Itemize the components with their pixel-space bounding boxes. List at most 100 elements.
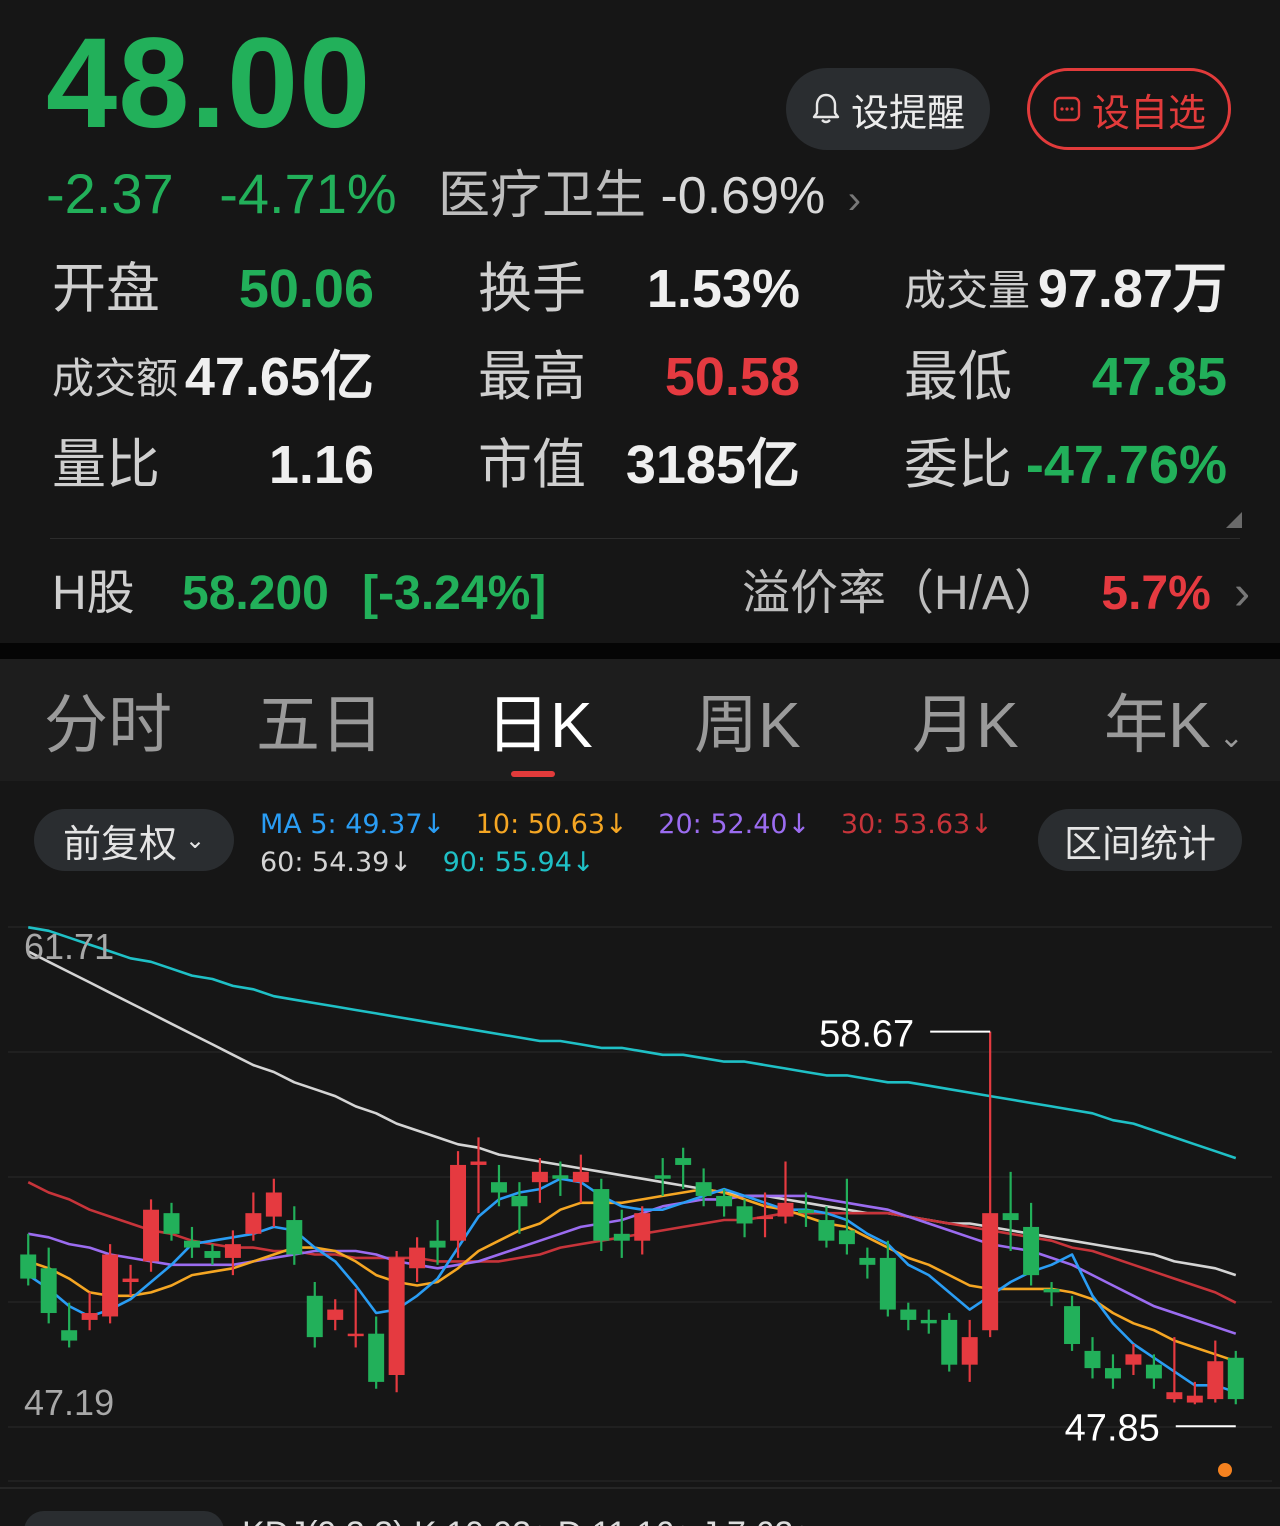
indicator-strip: KDJ(9,3,3) K:10.93↓ D:11.16↓ J:7.62↓: [0, 1487, 1280, 1526]
stat-turnover: 换手 1.53%: [478, 259, 800, 319]
chevron-right-icon: ›: [1234, 567, 1251, 620]
candle-body: [613, 1233, 630, 1241]
candle-body: [675, 1158, 692, 1165]
candle-body: [531, 1171, 548, 1183]
min-price-label: 47.85: [1065, 1407, 1160, 1449]
candle-body: [224, 1244, 241, 1258]
adjust-label: 前复权: [62, 823, 177, 866]
candle-body: [1166, 1392, 1183, 1400]
set-alert-label: 设提醒: [850, 92, 965, 135]
ma60-value: 60: 54.39↓: [260, 847, 412, 878]
candle-body: [593, 1189, 610, 1241]
stat-open: 开盘 50.06: [52, 259, 374, 319]
candle-body: [245, 1213, 262, 1234]
candle-body: [1043, 1288, 1060, 1293]
candle-body: [183, 1240, 200, 1248]
ma60-line: [27, 950, 1237, 1277]
indicator-selector[interactable]: [24, 1511, 224, 1526]
candle-body: [20, 1254, 37, 1279]
quote-panel: 48.00 -2.37 -4.71% 医疗卫生 -0.69% › 设提醒 设自选…: [0, 0, 1280, 643]
add-favorite-button[interactable]: 设自选: [1027, 68, 1231, 150]
candle-body: [941, 1319, 958, 1365]
candle-body: [1227, 1357, 1244, 1400]
stat-low: 最低 47.85: [904, 347, 1227, 407]
ma90-value: 90: 55.94↓: [442, 847, 595, 878]
ma5-line: [27, 1177, 1237, 1394]
candle-body: [490, 1182, 507, 1193]
candle-body: [450, 1164, 467, 1241]
watchlist-icon: [1053, 96, 1081, 122]
candle-body: [961, 1337, 978, 1365]
candle-body: [695, 1182, 712, 1196]
tab-daily-k[interactable]: 日K: [486, 693, 593, 757]
max-price-label: 58.67: [819, 1014, 914, 1056]
kline-panel: 58.67 47.85 61.71 47.19 前复权 ⌄ MA 5: 49.37↓ …: [0, 781, 1280, 1526]
ma-legend-row-1: MA 5: 49.37↓ 10: 50.63↓ 20: 52.40↓ 30: 5…: [260, 811, 993, 838]
h-share-label: H股: [52, 567, 135, 620]
ma5-value: MA 5: 49.37↓: [260, 809, 446, 840]
candle-body: [920, 1319, 937, 1324]
candle-body: [122, 1278, 139, 1283]
add-favorite-label: 设自选: [1091, 92, 1206, 135]
premium-label: 溢价率（H/A）: [742, 567, 1063, 620]
set-alert-button[interactable]: 设提醒: [786, 68, 990, 150]
tab-intraday[interactable]: 分时: [44, 693, 172, 757]
stat-volume-ratio: 量比 1.16: [52, 435, 374, 495]
candle-body: [102, 1254, 119, 1317]
candle-body: [859, 1257, 876, 1265]
candle-body: [204, 1251, 221, 1258]
h-share-price: 58.200: [182, 567, 329, 620]
price-change-pct: -4.71%: [219, 162, 397, 225]
candle-body: [1084, 1350, 1101, 1369]
tab-five-day[interactable]: 五日: [256, 693, 384, 757]
chevron-down-icon: ⌄: [184, 826, 206, 854]
adjust-dropdown[interactable]: 前复权 ⌄: [34, 809, 234, 871]
kline-chart[interactable]: 58.67 47.85 61.71 47.19: [0, 781, 1280, 1487]
candle-body: [409, 1247, 426, 1269]
h-share-pct: [-3.24%]: [362, 567, 547, 620]
candle-body: [511, 1195, 528, 1207]
period-tabs: 分时 五日 日K 周K 月K 年K ⌄: [0, 659, 1280, 781]
bell-icon: [812, 93, 840, 124]
expand-corner-icon[interactable]: [1226, 512, 1242, 528]
range-stats-button[interactable]: 区间统计: [1038, 809, 1242, 871]
candle-body: [900, 1309, 917, 1320]
candle-body: [306, 1295, 323, 1338]
ma20-line: [28, 1194, 1237, 1335]
candle-body: [40, 1268, 57, 1314]
ma10-value: 10: 50.63↓: [475, 809, 628, 840]
candle-body: [429, 1240, 446, 1248]
candle-body: [818, 1220, 835, 1241]
candle-body: [368, 1333, 385, 1382]
change-row: -2.37 -4.71%: [46, 166, 427, 222]
candle-body: [634, 1213, 651, 1241]
premium-row[interactable]: 溢价率（H/A） 5.7% ›: [742, 570, 1250, 618]
premium-value: 5.7%: [1101, 567, 1211, 620]
h-share-row[interactable]: H股 58.200 [-3.24%]: [52, 570, 546, 618]
ma30-value: 30: 53.63↓: [840, 809, 993, 840]
tab-yearly-k[interactable]: 年K ⌄: [1104, 693, 1244, 757]
active-tab-indicator: [511, 771, 555, 777]
candle-body: [1207, 1361, 1224, 1400]
candle-body: [61, 1330, 78, 1341]
price-change: -2.37: [46, 162, 174, 225]
candle-body: [347, 1333, 364, 1337]
divider: [50, 538, 1240, 539]
tab-weekly-k[interactable]: 周K: [694, 693, 801, 757]
candle-body: [1186, 1395, 1203, 1403]
sector-link[interactable]: 医疗卫生 -0.69% ›: [438, 170, 861, 222]
candle-body: [1104, 1368, 1121, 1379]
candle-body: [757, 1216, 774, 1220]
candle-body: [470, 1161, 487, 1165]
axis-low-label: 47.19: [24, 1382, 114, 1423]
candle-body: [1145, 1364, 1162, 1379]
candle-body: [654, 1175, 671, 1179]
last-price: 48.00: [46, 12, 372, 155]
candle-body: [716, 1195, 733, 1207]
candle-body: [552, 1175, 569, 1179]
candle-body: [797, 1209, 814, 1214]
tab-monthly-k[interactable]: 月K: [912, 693, 1019, 757]
stat-bid-ratio: 委比 -47.76%: [904, 435, 1227, 495]
sector-name: 医疗卫生: [438, 167, 647, 225]
kdj-values: KDJ(9,3,3) K:10.93↓ D:11.16↓ J:7.62↓: [242, 1515, 810, 1526]
